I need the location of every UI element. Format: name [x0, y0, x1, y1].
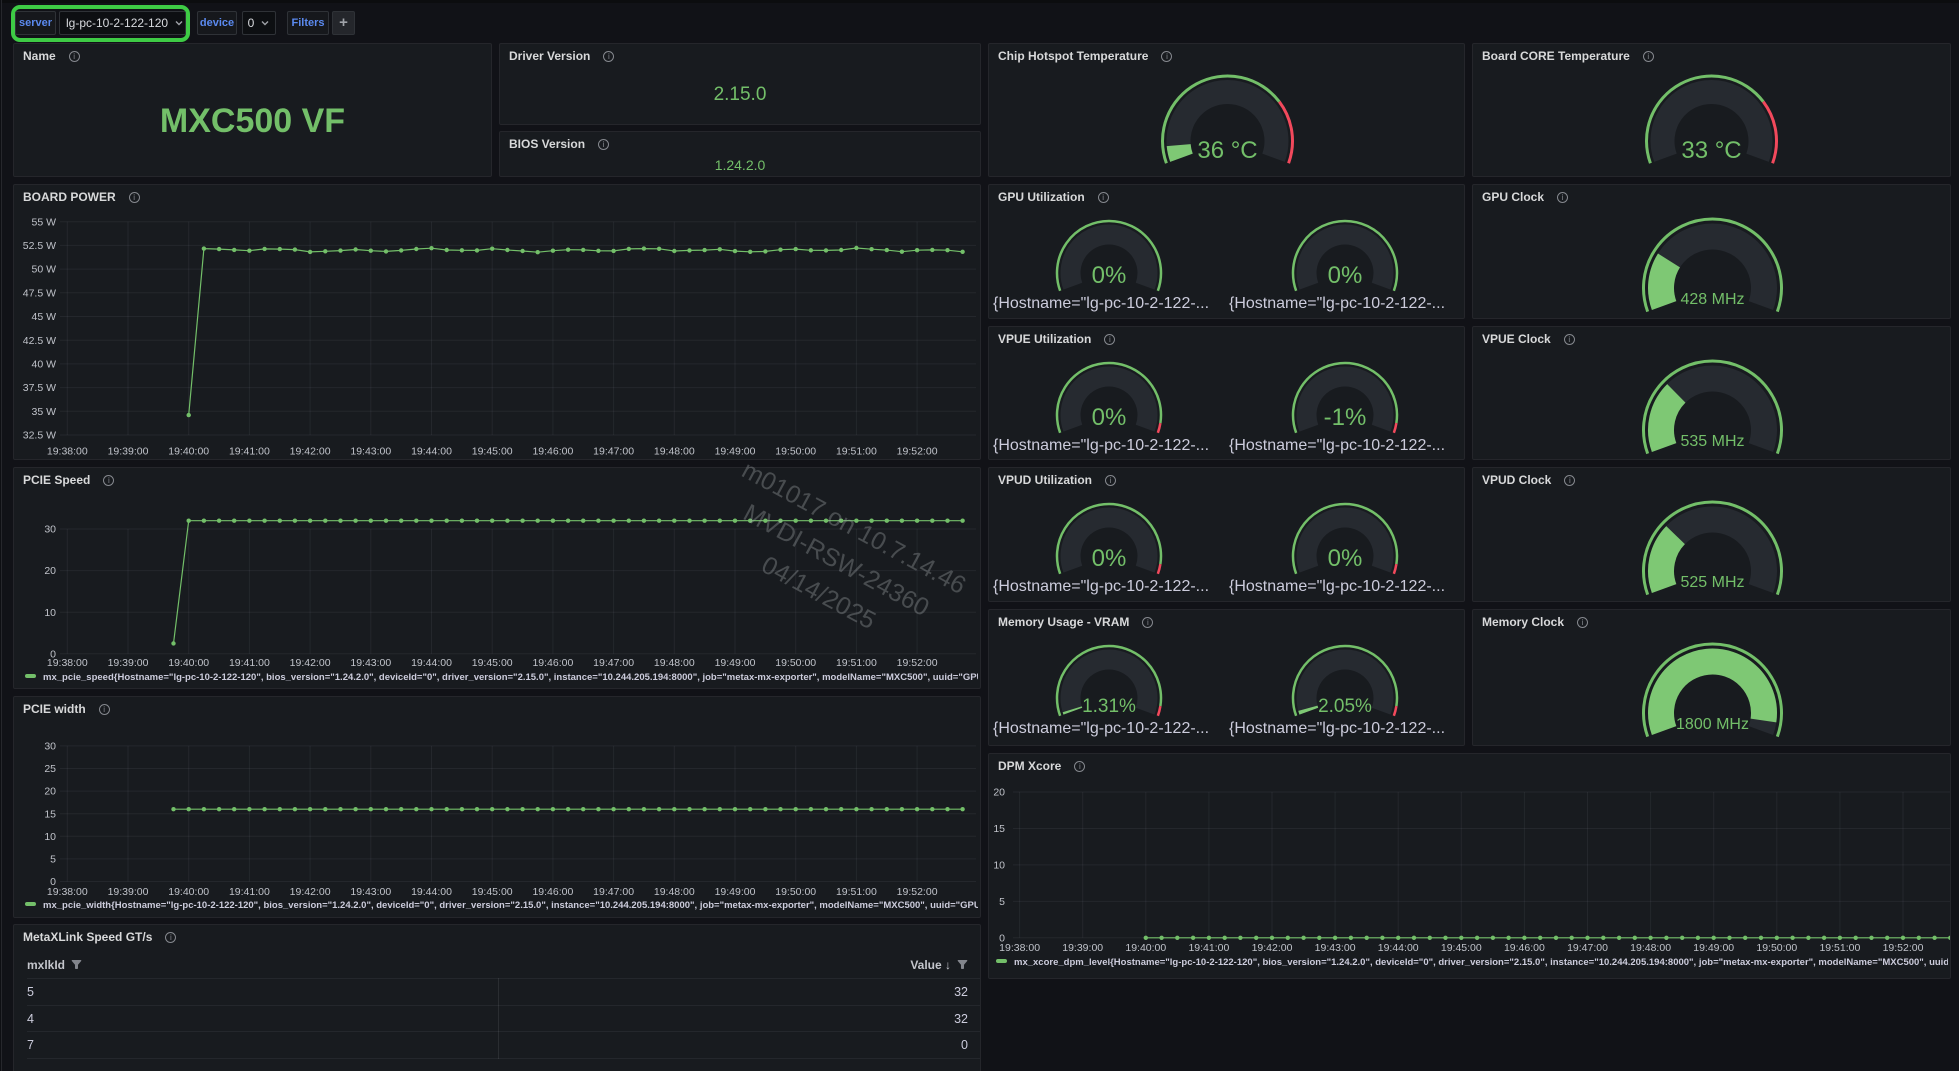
svg-text:32.5 W: 32.5 W: [23, 430, 56, 442]
svg-text:19:50:00: 19:50:00: [1756, 942, 1797, 954]
svg-text:19:50:00: 19:50:00: [775, 886, 816, 898]
svg-text:15: 15: [993, 823, 1005, 835]
svg-text:0%: 0%: [1092, 404, 1127, 431]
svg-text:20: 20: [44, 565, 56, 577]
svg-text:19:49:00: 19:49:00: [715, 657, 756, 669]
svg-text:19:47:00: 19:47:00: [593, 657, 634, 669]
svg-text:19:38:00: 19:38:00: [47, 446, 88, 458]
svg-text:19:40:00: 19:40:00: [1125, 942, 1166, 954]
svg-text:19:48:00: 19:48:00: [654, 886, 695, 898]
svg-text:19:48:00: 19:48:00: [654, 657, 695, 669]
svg-text:19:49:00: 19:49:00: [715, 886, 756, 898]
svg-text:428 MHz: 428 MHz: [1680, 291, 1744, 308]
svg-text:19:41:00: 19:41:00: [1188, 942, 1229, 954]
svg-text:30: 30: [44, 741, 56, 753]
svg-text:19:40:00: 19:40:00: [168, 886, 209, 898]
svg-text:20: 20: [44, 786, 56, 798]
svg-text:19:47:00: 19:47:00: [1567, 942, 1608, 954]
svg-text:19:51:00: 19:51:00: [1819, 942, 1860, 954]
svg-text:19:46:00: 19:46:00: [532, 446, 573, 458]
svg-text:0: 0: [50, 876, 56, 888]
svg-text:33 °C: 33 °C: [1681, 137, 1741, 164]
svg-text:19:40:00: 19:40:00: [168, 657, 209, 669]
svg-text:0%: 0%: [1092, 545, 1127, 572]
svg-text:37.5 W: 37.5 W: [23, 382, 56, 394]
svg-text:19:44:00: 19:44:00: [411, 886, 452, 898]
svg-text:19:45:00: 19:45:00: [472, 446, 513, 458]
svg-text:-1%: -1%: [1324, 404, 1367, 431]
svg-text:19:42:00: 19:42:00: [1252, 942, 1293, 954]
svg-text:47.5 W: 47.5 W: [23, 287, 56, 299]
svg-text:19:42:00: 19:42:00: [290, 446, 331, 458]
svg-text:19:47:00: 19:47:00: [593, 886, 634, 898]
svg-text:19:39:00: 19:39:00: [108, 446, 149, 458]
svg-text:19:40:00: 19:40:00: [168, 446, 209, 458]
svg-text:19:46:00: 19:46:00: [1504, 942, 1545, 954]
svg-text:1800 MHz: 1800 MHz: [1676, 716, 1749, 733]
svg-text:0%: 0%: [1328, 262, 1363, 289]
svg-text:19:41:00: 19:41:00: [229, 446, 270, 458]
svg-text:19:52:00: 19:52:00: [1883, 942, 1924, 954]
svg-text:55 W: 55 W: [31, 216, 56, 228]
svg-text:19:51:00: 19:51:00: [836, 657, 877, 669]
svg-text:19:46:00: 19:46:00: [532, 886, 573, 898]
svg-text:525 MHz: 525 MHz: [1680, 574, 1744, 591]
svg-text:0: 0: [50, 648, 56, 660]
svg-text:19:39:00: 19:39:00: [1062, 942, 1103, 954]
svg-text:15: 15: [44, 808, 56, 820]
svg-text:1.31%: 1.31%: [1082, 696, 1136, 717]
svg-text:19:43:00: 19:43:00: [350, 657, 391, 669]
svg-text:19:52:00: 19:52:00: [897, 446, 938, 458]
svg-text:50 W: 50 W: [31, 264, 56, 276]
svg-text:20: 20: [993, 787, 1005, 799]
svg-text:52.5 W: 52.5 W: [23, 240, 56, 252]
svg-text:45 W: 45 W: [31, 311, 56, 323]
svg-text:19:44:00: 19:44:00: [411, 657, 452, 669]
svg-text:19:39:00: 19:39:00: [108, 886, 149, 898]
svg-text:5: 5: [50, 854, 56, 866]
svg-text:19:51:00: 19:51:00: [836, 446, 877, 458]
svg-text:0%: 0%: [1328, 545, 1363, 572]
svg-text:19:43:00: 19:43:00: [350, 886, 391, 898]
svg-text:19:47:00: 19:47:00: [593, 446, 634, 458]
svg-text:19:52:00: 19:52:00: [897, 886, 938, 898]
svg-text:19:45:00: 19:45:00: [472, 657, 513, 669]
svg-text:19:44:00: 19:44:00: [1378, 942, 1419, 954]
svg-text:19:44:00: 19:44:00: [411, 446, 452, 458]
svg-text:19:41:00: 19:41:00: [229, 886, 270, 898]
svg-text:40 W: 40 W: [31, 359, 56, 371]
svg-text:19:51:00: 19:51:00: [836, 886, 877, 898]
svg-text:19:42:00: 19:42:00: [290, 657, 331, 669]
svg-text:36 °C: 36 °C: [1197, 137, 1257, 164]
svg-text:25: 25: [44, 763, 56, 775]
svg-text:30: 30: [44, 524, 56, 536]
svg-text:19:42:00: 19:42:00: [290, 886, 331, 898]
svg-text:19:45:00: 19:45:00: [1441, 942, 1482, 954]
svg-text:19:38:00: 19:38:00: [999, 942, 1040, 954]
svg-text:19:46:00: 19:46:00: [532, 657, 573, 669]
svg-text:19:48:00: 19:48:00: [654, 446, 695, 458]
svg-text:2.05%: 2.05%: [1318, 696, 1372, 717]
svg-text:0: 0: [999, 932, 1005, 944]
svg-text:19:48:00: 19:48:00: [1630, 942, 1671, 954]
svg-text:42.5 W: 42.5 W: [23, 335, 56, 347]
svg-text:19:45:00: 19:45:00: [472, 886, 513, 898]
svg-text:19:49:00: 19:49:00: [1693, 942, 1734, 954]
svg-text:35 W: 35 W: [31, 406, 56, 418]
svg-text:535 MHz: 535 MHz: [1680, 433, 1744, 450]
svg-text:10: 10: [44, 607, 56, 619]
svg-text:10: 10: [993, 860, 1005, 872]
svg-text:19:50:00: 19:50:00: [775, 657, 816, 669]
svg-text:19:50:00: 19:50:00: [775, 446, 816, 458]
svg-text:5: 5: [999, 896, 1005, 908]
svg-text:19:41:00: 19:41:00: [229, 657, 270, 669]
svg-text:19:39:00: 19:39:00: [108, 657, 149, 669]
svg-text:19:43:00: 19:43:00: [1315, 942, 1356, 954]
svg-text:19:43:00: 19:43:00: [350, 446, 391, 458]
svg-text:0%: 0%: [1092, 262, 1127, 289]
svg-text:10: 10: [44, 831, 56, 843]
